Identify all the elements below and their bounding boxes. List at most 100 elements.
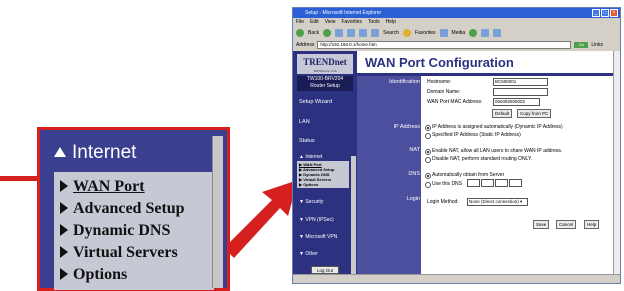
domain-input[interactable]	[493, 88, 548, 96]
sidebar-item-internet[interactable]: ▲ Internet	[299, 154, 322, 160]
model-name: TW100-BRV204	[306, 76, 344, 82]
history-icon[interactable]	[469, 29, 478, 37]
login-method-value: None (Direct connection)	[469, 199, 519, 204]
inset-item-label: Virtual Servers	[73, 244, 178, 261]
forward-icon[interactable]	[323, 29, 332, 37]
stop-icon[interactable]	[335, 29, 344, 37]
sidebar-item-lan[interactable]: LAN	[299, 119, 310, 125]
menu-favorites[interactable]: Favorites	[341, 18, 362, 26]
triangle-right-icon	[60, 180, 68, 192]
sidebar-item-microsoft-vpn[interactable]: ▼ Microsoft VPN	[299, 234, 337, 240]
home-icon[interactable]	[359, 29, 368, 37]
sidebar-item-other[interactable]: ▼ Other	[299, 251, 318, 257]
menu-help[interactable]: Help	[386, 18, 396, 26]
ip-static-radio[interactable]	[425, 133, 431, 139]
logout-button[interactable]: Log Out	[311, 266, 339, 274]
login-label: Login	[406, 196, 420, 202]
sidebar-internet-submenu: ▶ WAN Port ▶ Advanced Setup ▶ Dynamic DN…	[297, 161, 349, 188]
dns-octet-1[interactable]	[467, 179, 480, 187]
logo-text: TRENDnet	[303, 57, 347, 67]
zoomed-nav-inset: Internet WAN Port Advanced Setup Dynamic…	[37, 127, 230, 291]
inset-internet-header[interactable]: Internet	[54, 142, 136, 164]
go-button[interactable]: Go	[574, 41, 589, 48]
browser-window: Setup - Microsoft Internet Explorer _ □ …	[292, 7, 621, 284]
sidebar-vpn-label: VPN (IPSec)	[305, 217, 334, 223]
domain-label: Domain Name:	[427, 89, 461, 95]
triangle-up-icon	[54, 147, 66, 157]
inset-item-wan-port[interactable]: WAN Port	[60, 176, 214, 198]
triangle-right-icon	[60, 202, 68, 214]
favorites-icon[interactable]	[402, 29, 411, 37]
sidebar-item-options[interactable]: ▶ Options	[299, 182, 347, 187]
hostname-input[interactable]: BC505001	[493, 78, 548, 86]
dns-auto-radio[interactable]	[425, 173, 431, 179]
back-label[interactable]: Back	[308, 30, 319, 36]
inset-item-options[interactable]: Options	[60, 264, 214, 286]
search-label[interactable]: Search	[383, 30, 399, 36]
refresh-icon[interactable]	[347, 29, 356, 37]
default-button[interactable]: Default	[492, 109, 513, 118]
media-icon[interactable]	[439, 29, 448, 37]
maximize-icon[interactable]: □	[601, 9, 609, 17]
nat-disable-radio[interactable]	[425, 157, 431, 163]
search-icon[interactable]	[371, 29, 380, 37]
sidebar-item-status[interactable]: Status	[299, 138, 315, 144]
inset-item-dynamic-dns[interactable]: Dynamic DNS	[60, 220, 214, 242]
address-label: Address	[296, 41, 315, 48]
help-button[interactable]: Help	[584, 220, 600, 229]
sidebar-sub-label: Options	[303, 182, 319, 187]
nat-label: NAT	[409, 147, 420, 153]
nat-enable-radio[interactable]	[425, 149, 431, 155]
nat-disable-label: Disable NAT, perform standard routing ON…	[432, 156, 533, 162]
back-icon[interactable]	[296, 29, 304, 37]
dns-octet-3[interactable]	[495, 179, 508, 187]
triangle-right-icon	[60, 246, 68, 258]
mac-input[interactable]: 00e082505002	[493, 98, 540, 106]
close-icon[interactable]: ×	[610, 9, 618, 17]
login-method-select[interactable]: None (Direct connection) ▾	[467, 198, 528, 206]
page-scrollbar[interactable]	[613, 51, 620, 275]
links-label[interactable]: Links	[591, 42, 603, 48]
dns-octet-2[interactable]	[481, 179, 494, 187]
print-icon[interactable]	[493, 29, 502, 37]
menu-tools[interactable]: Tools	[368, 18, 380, 26]
login-method-label: Login Method:	[427, 199, 459, 205]
sidebar-item-setup-wizard[interactable]: Setup Wizard	[299, 99, 332, 105]
save-button[interactable]: Save	[533, 220, 550, 229]
menu-file[interactable]: File	[296, 18, 304, 26]
sidebar-security-label: Security	[305, 199, 324, 205]
nat-enable-label: Enable NAT, allow all LAN users to share…	[432, 148, 563, 154]
sidebar-item-security[interactable]: ▼ Security	[299, 199, 323, 205]
inset-item-label: Advanced Setup	[73, 200, 185, 217]
inset-item-advanced-setup[interactable]: Advanced Setup	[60, 198, 214, 220]
minimize-icon[interactable]: _	[592, 9, 600, 17]
inset-item-label: Options	[73, 266, 128, 283]
menu-bar: File Edit View Favorites Tools Help	[293, 18, 620, 26]
inset-scrollbar[interactable]	[212, 136, 223, 288]
inset-header-label: Internet	[72, 142, 137, 163]
ip-auto-radio[interactable]	[425, 125, 431, 131]
identification-label: Identification	[389, 79, 420, 85]
mail-icon[interactable]	[481, 29, 490, 37]
label-column	[357, 76, 421, 283]
media-label[interactable]: Media	[452, 30, 466, 36]
menu-edit[interactable]: Edit	[310, 18, 319, 26]
sidebar-item-vpn[interactable]: ▼ VPN (IPSec)	[299, 217, 334, 223]
inset-item-virtual-servers[interactable]: Virtual Servers	[60, 242, 214, 264]
address-bar: Address http://192.168.0.1/home.htm Go L…	[293, 40, 620, 49]
favorites-label[interactable]: Favorites	[415, 30, 436, 36]
menu-view[interactable]: View	[325, 18, 336, 26]
toolbar: Back Search Favorites Media	[293, 26, 620, 40]
address-input[interactable]: http://192.168.0.1/home.htm	[317, 40, 572, 49]
sidebar-scrollbar[interactable]	[351, 156, 356, 283]
model-sub: Router Setup	[310, 83, 340, 89]
inset-item-label: WAN Port	[73, 178, 145, 195]
copy-from-pc-button[interactable]: Copy from PC	[517, 109, 552, 118]
page-title: WAN Port Configuration	[365, 55, 514, 70]
trendnet-logo: TRENDnet TRENDware, USA	[297, 54, 353, 74]
cancel-button[interactable]: Cancel	[556, 220, 577, 229]
ip-static-label: Specified IP Address (Static IP Address)	[432, 132, 521, 138]
ip-address-label: IP Address	[393, 124, 421, 130]
dns-octet-4[interactable]	[509, 179, 522, 187]
dns-use-radio[interactable]	[425, 182, 431, 188]
